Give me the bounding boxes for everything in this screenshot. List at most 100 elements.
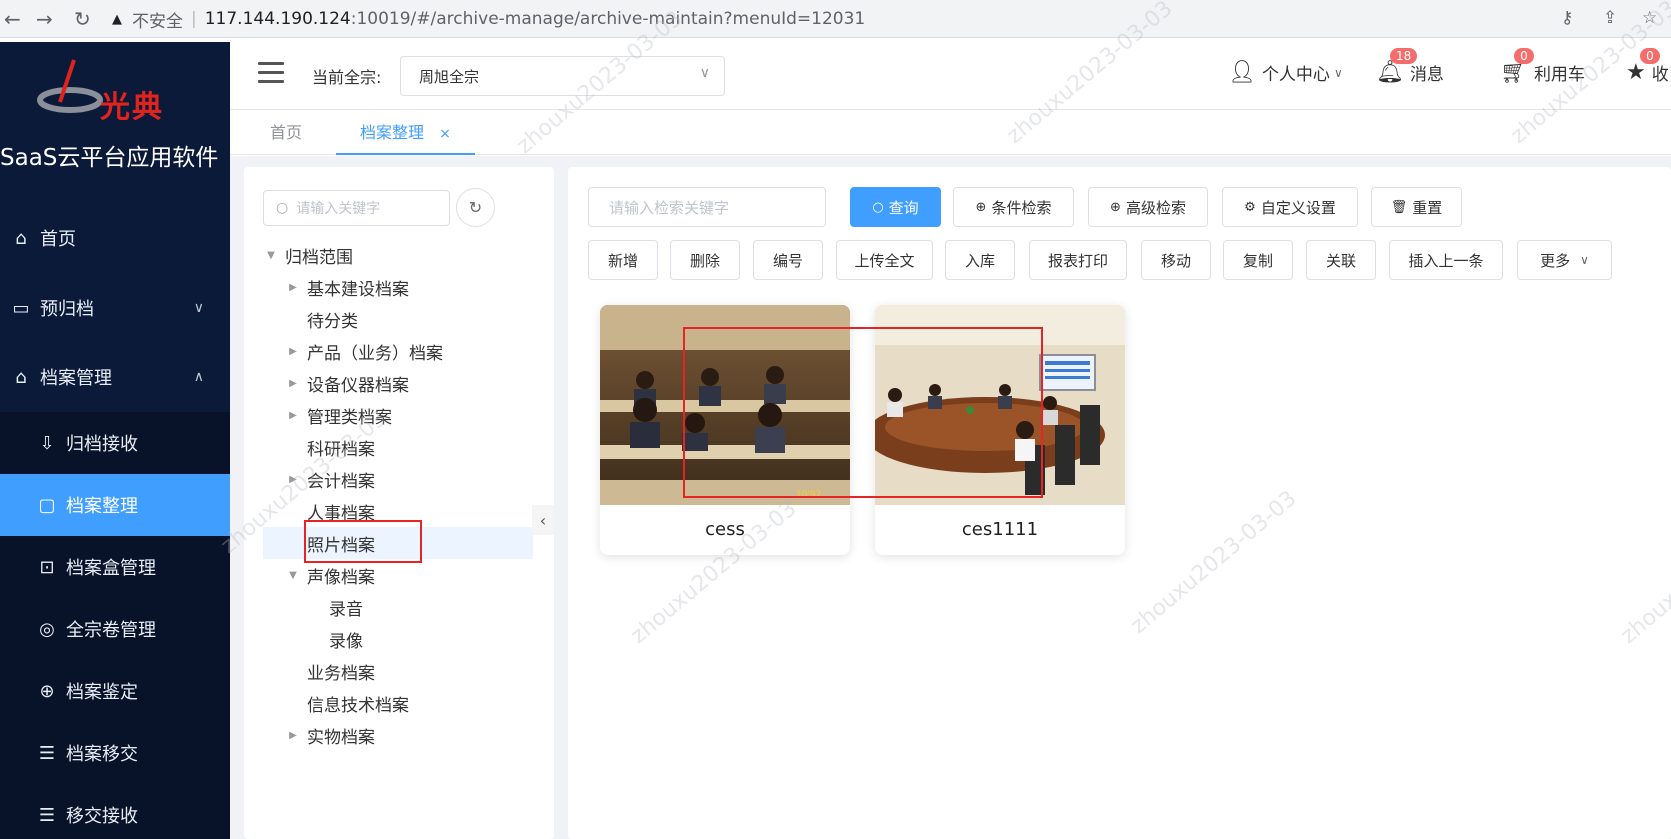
delete-button[interactable]: 删除 — [670, 240, 740, 280]
link-button[interactable]: 关联 — [1306, 240, 1376, 280]
photo-card[interactable]: ces1111 — [875, 305, 1125, 555]
close-icon[interactable]: × — [439, 126, 451, 142]
fonds-select[interactable]: 周旭全宗 ∨ — [400, 56, 725, 96]
condition-search-button[interactable]: ⊕ 条件检索 — [953, 187, 1074, 227]
sidebar-item-label: 档案移交 — [66, 744, 138, 765]
move-button[interactable]: 移动 — [1141, 240, 1211, 280]
tree-node[interactable]: 业务档案 — [263, 655, 533, 687]
copy-button[interactable]: 复制 — [1223, 240, 1293, 280]
home-icon: ⌂ — [15, 227, 27, 249]
tree-node[interactable]: 待分类 — [263, 303, 533, 335]
tree-node[interactable]: 人事档案 — [263, 495, 533, 527]
tree-node[interactable]: ▼ 声像档案 — [263, 559, 533, 591]
caret-right-icon: ▶ — [289, 409, 297, 421]
sidebar-item-box-management[interactable]: ⊡ 档案盒管理 — [0, 536, 230, 598]
sidebar-item-transfer[interactable]: ☰ 档案移交 — [0, 722, 230, 784]
chevron-down-icon: ∨ — [1333, 65, 1343, 80]
sidebar-item-archive-receive[interactable]: ⇩ 归档接收 — [0, 412, 230, 474]
photo-card[interactable]: 10'97 cess — [600, 305, 850, 555]
number-button[interactable]: 编号 — [753, 240, 823, 280]
search-icon: ○ — [276, 200, 289, 216]
messages-button[interactable]: 🔔︎ 18 消息 — [1376, 48, 1444, 85]
tree-node[interactable]: 录像 — [263, 623, 533, 655]
tree-node-root[interactable]: ▼ 归档范围 — [263, 239, 533, 271]
more-dropdown-button[interactable]: 更多 ∨ — [1517, 240, 1612, 280]
sidebar-item-home[interactable]: ⌂ 首页 — [0, 207, 230, 269]
sidebar-item-fonds-volume[interactable]: ◎ 全宗卷管理 — [0, 598, 230, 660]
search-icon: ○ — [872, 199, 884, 215]
query-button[interactable]: ○ 查询 — [850, 187, 941, 227]
tree-node-label: 科研档案 — [307, 439, 375, 460]
refresh-button[interactable]: ↻ — [456, 188, 495, 227]
button-label: 关联 — [1325, 251, 1356, 270]
search-input[interactable]: 请输入检索关键字 — [588, 187, 826, 227]
messages-badge: 18 — [1390, 48, 1418, 64]
address-bar[interactable]: ▲ 不安全 | 117.144.190.124 :10019/#/archive… — [112, 4, 1552, 34]
tab-home[interactable]: 首页 — [246, 110, 326, 155]
insert-previous-button[interactable]: 插入上一条 — [1389, 240, 1503, 280]
tree-node[interactable]: ▶ 管理类档案 — [263, 399, 533, 431]
custom-settings-button[interactable]: ⚙ 自定义设置 — [1222, 187, 1358, 227]
compass-icon: ⊕ — [39, 680, 55, 702]
chevron-left-icon: ‹ — [539, 510, 547, 530]
cart-button[interactable]: 🛒︎ 0 利用车 — [1500, 48, 1585, 85]
button-label: 新增 — [607, 251, 638, 270]
tree-node[interactable]: ▶ 产品（业务）档案 — [263, 335, 533, 367]
advanced-search-button[interactable]: ⊕ 高级检索 — [1088, 187, 1208, 227]
report-print-button[interactable]: 报表打印 — [1029, 240, 1127, 280]
tree-search-input[interactable]: ○ 请输入关键字 — [263, 190, 450, 226]
sidebar-item-archive-management[interactable]: ⌂ 档案管理 ∧ — [0, 346, 230, 408]
tree-node-label: 业务档案 — [307, 663, 375, 684]
collapse-panel-handle[interactable]: ‹ — [532, 505, 554, 535]
favorites-button[interactable]: ★ 0 收 — [1626, 48, 1669, 85]
tree-node-label: 声像档案 — [307, 567, 375, 588]
add-button[interactable]: 新增 — [588, 240, 658, 280]
tree-node[interactable]: ▶ 会计档案 — [263, 463, 533, 495]
tab-archive-arrange[interactable]: 档案整理 × — [336, 110, 475, 155]
tab-label: 档案整理 — [360, 123, 425, 142]
tree-node-selected[interactable]: 照片档案 — [263, 527, 533, 559]
caret-right-icon: ▶ — [289, 473, 297, 485]
button-label: 自定义设置 — [1260, 198, 1336, 217]
app-name: SaaS云平台应用软件 — [0, 145, 219, 171]
button-label: 复制 — [1242, 251, 1273, 270]
forward-icon[interactable]: → — [36, 7, 53, 31]
chevron-up-icon: ∧ — [193, 369, 204, 385]
logo-text: 光典 — [100, 90, 164, 125]
hamburger-menu-icon[interactable] — [258, 62, 284, 84]
refresh-icon: ↻ — [468, 198, 483, 217]
gear-icon: ⚙ — [1244, 199, 1256, 215]
sidebar-item-label: 档案盒管理 — [66, 558, 156, 579]
bank-icon: ⌂ — [15, 366, 27, 388]
sidebar-item-appraisal[interactable]: ⊕ 档案鉴定 — [0, 660, 230, 722]
storage-button[interactable]: 入库 — [945, 240, 1015, 280]
tree-node-label: 基本建设档案 — [307, 279, 409, 300]
back-icon[interactable]: ← — [4, 7, 21, 31]
reload-icon[interactable]: ↻ — [74, 7, 91, 31]
sidebar-item-label: 全宗卷管理 — [66, 620, 156, 641]
tree-node[interactable]: 科研档案 — [263, 431, 533, 463]
chevron-down-icon: ∨ — [1580, 253, 1589, 267]
caret-right-icon: ▶ — [289, 729, 297, 741]
upload-fulltext-button[interactable]: 上传全文 — [836, 240, 933, 280]
button-label: 报表打印 — [1047, 251, 1108, 270]
tree-node[interactable]: 录音 — [263, 591, 533, 623]
caret-right-icon: ▶ — [289, 377, 297, 389]
tree-node[interactable]: ▶ 实物档案 — [263, 719, 533, 751]
sidebar-item-archive-arrange[interactable]: ▢ 档案整理 — [0, 474, 230, 536]
share-icon[interactable]: ⇪ — [1603, 8, 1617, 28]
button-label: 编号 — [772, 251, 803, 270]
tree-node[interactable]: ▶ 设备仪器档案 — [263, 367, 533, 399]
category-tree-panel: ○ 请输入关键字 ↻ ▼ 归档范围 ▶ 基本建设档案 待分类 ▶ 产品（业务）档… — [244, 167, 554, 839]
reset-button[interactable]: 🗑︎ 重置 — [1371, 187, 1462, 227]
page-tabs: 首页 档案整理 × — [230, 110, 1671, 155]
sidebar-item-pre-archive[interactable]: ▭ 预归档 ∨ — [0, 277, 230, 339]
tree-node[interactable]: ▶ 基本建设档案 — [263, 271, 533, 303]
sidebar-item-transfer-receive[interactable]: ☰ 移交接收 — [0, 784, 230, 839]
bookmark-star-icon[interactable]: ☆ — [1642, 8, 1657, 28]
user-icon: 👤︎ — [1228, 60, 1256, 85]
tree-node[interactable]: 信息技术档案 — [263, 687, 533, 719]
search-placeholder: 请输入检索关键字 — [609, 198, 730, 217]
key-icon[interactable]: ⚷ — [1561, 8, 1573, 28]
user-center-menu[interactable]: 👤︎ 个人中心 ∨ — [1228, 60, 1343, 85]
